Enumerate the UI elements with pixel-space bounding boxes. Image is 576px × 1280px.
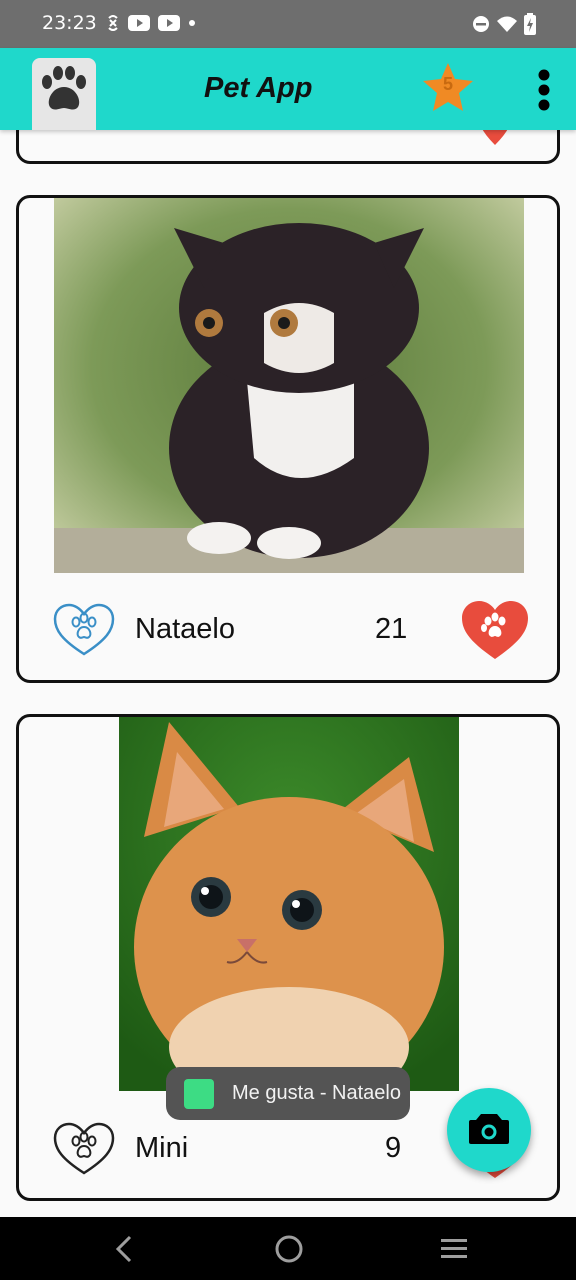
home-icon[interactable]: [274, 1234, 304, 1264]
dot-icon: [189, 20, 195, 26]
youtube-icon: [128, 15, 150, 31]
system-icons: [472, 13, 536, 35]
recents-icon[interactable]: [440, 1235, 468, 1263]
like-button[interactable]: [460, 599, 530, 661]
youtube-icon: [158, 15, 180, 31]
camera-fab[interactable]: [447, 1088, 531, 1172]
app-toolbar: Pet App 5: [0, 48, 576, 130]
battery-charging-icon: [524, 13, 536, 35]
more-vert-icon: [538, 69, 550, 111]
do-not-disturb-icon: [473, 16, 489, 32]
app-logo: [32, 58, 96, 130]
like-count: 21: [375, 613, 408, 645]
pet-photo[interactable]: [54, 198, 524, 573]
paw-icon: [42, 66, 86, 110]
like-count: 9: [385, 1132, 402, 1164]
camera-icon: [469, 1114, 509, 1144]
toast-message: Me gusta - Nataelo: [166, 1067, 410, 1120]
toast-text: Me gusta - Nataelo: [232, 1082, 401, 1104]
vpn-icon: [108, 15, 118, 31]
favorites-button[interactable]: 5: [420, 60, 476, 116]
pet-name: Nataelo: [135, 613, 235, 645]
android-app-icon: [184, 1078, 214, 1109]
favorites-count: 5: [442, 74, 453, 94]
pet-heart-icon: [53, 1122, 115, 1175]
pet-app-screen: 23:23 Pet App 5 Nataelo 21 Mini 9 Me gus…: [0, 0, 576, 1280]
wifi-icon: [497, 16, 517, 32]
back-icon[interactable]: [108, 1231, 138, 1267]
notification-icons: [106, 14, 196, 32]
status-time: 23:23: [42, 12, 97, 34]
status-bar: 23:23: [0, 0, 576, 48]
pet-name: Mini: [135, 1132, 189, 1164]
pet-photo[interactable]: [119, 717, 459, 1091]
pet-heart-icon: [53, 603, 115, 656]
pet-card: Nataelo 21: [16, 195, 560, 683]
system-navigation-bar: [0, 1217, 576, 1280]
app-title: Pet App: [204, 72, 313, 104]
more-options-button[interactable]: [530, 68, 558, 112]
